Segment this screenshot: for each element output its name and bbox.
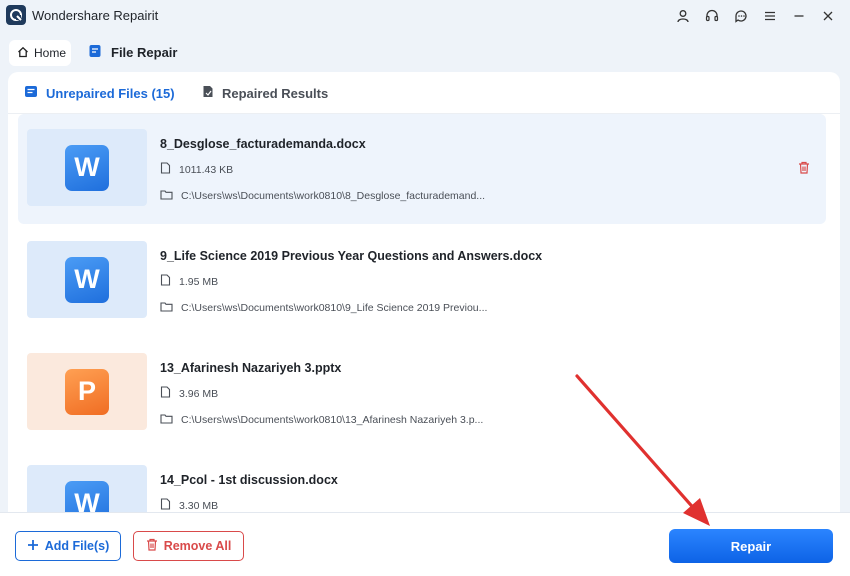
file-name: 14_Pcol - 1st discussion.docx: [160, 473, 338, 487]
file-path: C:\Users\ws\Documents\work0810\8_Desglos…: [181, 190, 486, 202]
trash-icon: [146, 538, 158, 554]
file-list-item[interactable]: W 14_Pcol - 1st discussion.docx 3.30 MB: [18, 450, 826, 512]
home-tab-label: Home: [34, 46, 67, 60]
app-title: Wondershare Repairit: [32, 8, 159, 23]
file-panel: Unrepaired Files (15) Repaired Results W…: [8, 72, 840, 512]
plus-icon: [27, 539, 39, 554]
word-document-icon: W: [65, 256, 109, 303]
file-size: 1011.43 KB: [179, 163, 234, 176]
file-path-row: C:\Users\ws\Documents\work0810\8_Desglos…: [160, 189, 485, 203]
add-files-button[interactable]: Add File(s): [15, 531, 121, 561]
remove-all-label: Remove All: [163, 539, 232, 553]
file-name: 8_Desglose_facturademanda.docx: [160, 137, 366, 151]
file-icon: [160, 386, 171, 401]
file-size-row: 1011.43 KB: [160, 162, 233, 177]
file-path-row: C:\Users\ws\Documents\work0810\13_Afarin…: [160, 413, 483, 427]
file-list-item[interactable]: W 8_Desglose_facturademanda.docx 1011.43…: [18, 114, 826, 224]
close-icon[interactable]: [813, 6, 842, 26]
breadcrumb: File Repair: [88, 44, 177, 61]
file-list-item[interactable]: W 9_Life Science 2019 Previous Year Ques…: [18, 226, 826, 336]
tab-unrepaired-files[interactable]: Unrepaired Files (15): [24, 85, 175, 101]
file-thumbnail: W: [27, 129, 147, 206]
account-icon[interactable]: [668, 6, 697, 26]
headset-support-icon[interactable]: [697, 6, 726, 26]
file-thumbnail: W: [27, 241, 147, 318]
tab-repaired-label: Repaired Results: [222, 85, 329, 101]
word-document-icon: W: [65, 480, 109, 512]
file-size: 3.30 MB: [179, 499, 219, 512]
minimize-icon[interactable]: [784, 6, 813, 26]
home-tab[interactable]: Home: [9, 40, 71, 66]
repair-button[interactable]: Repair: [669, 529, 833, 563]
unrepaired-files-icon: [24, 85, 38, 101]
file-size: 1.95 MB: [179, 275, 219, 288]
file-icon: [160, 498, 171, 512]
repaired-results-icon: [202, 85, 214, 101]
folder-icon: [160, 189, 173, 203]
word-document-icon: W: [65, 144, 109, 191]
title-bar: Wondershare Repairit: [0, 0, 850, 32]
file-path: C:\Users\ws\Documents\work0810\13_Afarin…: [181, 414, 484, 426]
file-path-row: C:\Users\ws\Documents\work0810\9_Life Sc…: [160, 301, 487, 315]
repairit-logo-icon: [6, 5, 26, 25]
file-thumbnail: W: [27, 465, 147, 512]
file-repair-icon: [88, 44, 102, 61]
bottom-action-bar: Add File(s) Remove All Repair: [0, 512, 850, 576]
file-size: 3.96 MB: [179, 387, 219, 400]
file-name: 13_Afarinesh Nazariyeh 3.pptx: [160, 361, 342, 375]
file-list-item[interactable]: P 13_Afarinesh Nazariyeh 3.pptx 3.96 MB …: [18, 338, 826, 448]
folder-icon: [160, 413, 173, 427]
file-name: 9_Life Science 2019 Previous Year Questi…: [160, 249, 543, 263]
feedback-chat-icon[interactable]: [726, 6, 755, 26]
file-size-row: 3.30 MB: [160, 498, 218, 512]
page-title: File Repair: [111, 45, 178, 60]
add-files-label: Add File(s): [44, 539, 110, 553]
window-controls: [668, 6, 842, 26]
delete-icon[interactable]: [796, 159, 812, 175]
tab-unrepaired-label: Unrepaired Files (15): [46, 85, 175, 101]
file-icon: [160, 162, 171, 177]
remove-all-button[interactable]: Remove All: [133, 531, 244, 561]
file-icon: [160, 274, 171, 289]
menu-icon[interactable]: [755, 6, 784, 26]
file-size-row: 1.95 MB: [160, 274, 218, 289]
powerpoint-document-icon: P: [65, 368, 109, 415]
file-path: C:\Users\ws\Documents\work0810\9_Life Sc…: [181, 302, 488, 314]
file-size-row: 3.96 MB: [160, 386, 218, 401]
home-icon: [17, 46, 29, 61]
folder-icon: [160, 301, 173, 315]
file-thumbnail: P: [27, 353, 147, 430]
file-tabs: Unrepaired Files (15) Repaired Results: [8, 72, 840, 114]
tab-repaired-results[interactable]: Repaired Results: [202, 85, 328, 101]
